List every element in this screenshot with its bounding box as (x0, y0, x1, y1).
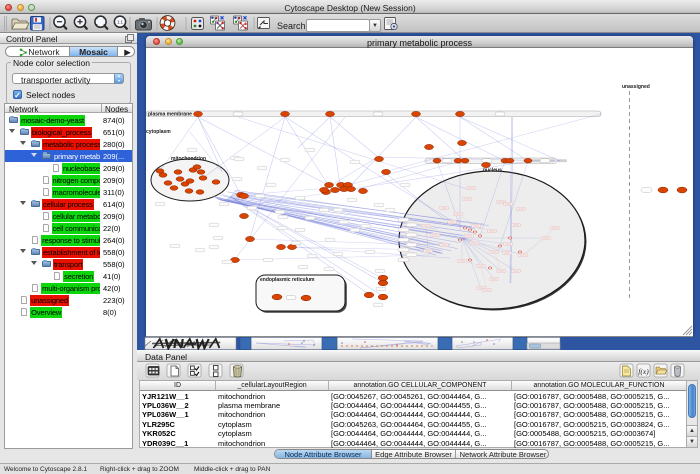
svg-text:mitochondrion: mitochondrion (171, 156, 206, 162)
svg-text:f(x): f(x) (638, 367, 649, 376)
svg-text:endoplasmic reticulum: endoplasmic reticulum (260, 277, 315, 283)
svg-text:plasma membrane: plasma membrane (148, 112, 192, 118)
svg-text:cytoplasm: cytoplasm (146, 129, 171, 135)
svg-text:nucleus: nucleus (483, 168, 502, 174)
svg-text:unassigned: unassigned (622, 84, 650, 90)
svg-text:1:1: 1:1 (117, 19, 123, 24)
